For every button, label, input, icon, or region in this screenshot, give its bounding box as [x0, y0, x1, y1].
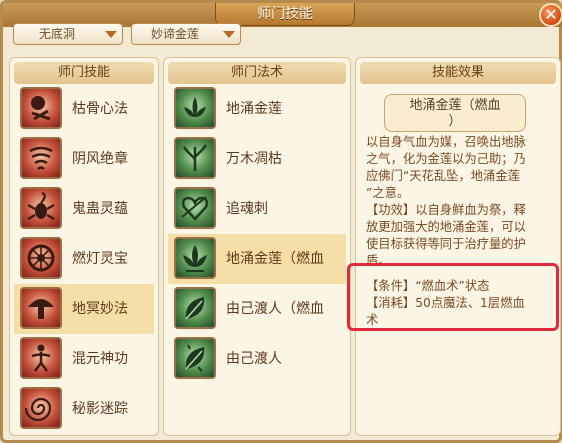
dancer-icon — [20, 337, 62, 379]
effect-spell-title: 地涌金莲（燃血 ） — [384, 94, 526, 132]
skill-label: 鬼蛊灵蕴 — [72, 201, 128, 217]
skill-label: 地冥妙法 — [72, 301, 128, 317]
effect-line: 使目标获得等同于治疗量的护 — [366, 237, 526, 251]
effect-title-line1: 地涌金莲（燃血 — [409, 98, 501, 113]
sect-skills-header: 师门技能 — [14, 62, 154, 84]
skill-item[interactable]: 枯骨心法 — [14, 84, 154, 134]
effect-line: 【功效】以自身鲜血为祭，释 — [366, 203, 526, 217]
skill-label: 枯骨心法 — [72, 101, 128, 117]
skill-item[interactable]: 混元神功 — [14, 334, 154, 384]
skill-label: 阴风绝章 — [72, 151, 128, 167]
spell-item[interactable]: 万木凋枯 — [168, 134, 346, 184]
spell-label: 由己渡人（燃血 — [226, 301, 324, 317]
skill-item-selected[interactable]: 地冥妙法 — [14, 284, 154, 334]
sect-spells-panel: 师门法术 地涌金莲 万木凋枯 追魂刺 地涌金莲（燃血 由己渡人（燃血 由己渡人 — [163, 57, 351, 436]
skill-item[interactable]: 燃灯灵宝 — [14, 234, 154, 284]
effect-panel: 技能效果 地涌金莲（燃血 ） 以自身气血为媒，召唤出地脉 之气，化为金莲以为己助… — [355, 57, 561, 436]
effect-line: 放更加强大的地涌金莲，可以 — [366, 220, 526, 234]
spell-label: 地涌金莲（燃血 — [226, 251, 324, 267]
effect-line: 应佛门“天花乱坠，地涌金莲 — [366, 169, 520, 183]
spell-item[interactable]: 地涌金莲 — [168, 84, 346, 134]
skill-label: 秘影迷踪 — [72, 401, 128, 417]
wheel-icon — [20, 237, 62, 279]
chevron-down-icon — [105, 31, 117, 38]
spell-label: 万木凋枯 — [226, 151, 282, 167]
close-button[interactable]: ✕ — [539, 3, 562, 27]
effect-line: 之气，化为金莲以为己助；乃 — [366, 152, 526, 166]
effect-header: 技能效果 — [360, 62, 556, 84]
spell-item[interactable]: 追魂刺 — [168, 184, 346, 234]
skill-label: 燃灯灵宝 — [72, 251, 128, 267]
spell-label: 地涌金莲 — [226, 101, 282, 117]
sect-skills-panel: 师门技能 枯骨心法 阴风绝章 鬼蛊灵蕴 燃灯灵宝 地冥妙法 混元神功 秘影迷踪 — [9, 57, 159, 436]
skill-dropdown[interactable]: 妙谛金莲 — [131, 23, 241, 45]
effect-line: 以自身气血为媒，召唤出地脉 — [366, 135, 526, 149]
skills-window: 师门技能 ✕ 无底洞 妙谛金莲 师门技能 枯骨心法 阴风绝章 鬼蛊灵蕴 燃灯灵宝… — [0, 0, 562, 443]
close-icon: ✕ — [544, 5, 558, 24]
leaf-icon — [174, 337, 216, 379]
sect-dropdown[interactable]: 无底洞 — [13, 23, 123, 45]
scorpion-icon — [20, 187, 62, 229]
spell-item[interactable]: 由己渡人（燃血 — [168, 284, 346, 334]
effect-line: ”之意。 — [366, 186, 410, 200]
skill-item[interactable]: 鬼蛊灵蕴 — [14, 184, 154, 234]
chevron-down-icon — [223, 31, 235, 38]
skill-item[interactable]: 秘影迷踪 — [14, 384, 154, 434]
skill-label: 混元神功 — [72, 351, 128, 367]
skill-dropdown-value: 妙谛金莲 — [150, 27, 199, 41]
sect-dropdown-value: 无底洞 — [38, 27, 75, 41]
mushroom-icon — [20, 287, 62, 329]
spell-item[interactable]: 由己渡人 — [168, 334, 346, 384]
sect-spells-header: 师门法术 — [168, 62, 346, 84]
withered-tree-icon — [174, 137, 216, 179]
spell-item-selected[interactable]: 地涌金莲（燃血 — [168, 234, 346, 284]
skill-item[interactable]: 阴风绝章 — [14, 134, 154, 184]
highlight-annotation — [347, 263, 559, 331]
spell-label: 追魂刺 — [226, 201, 268, 217]
heart-arrow-icon — [174, 187, 216, 229]
lotus-flame-icon — [174, 237, 216, 279]
lotus-icon — [174, 87, 216, 129]
leaf-flame-icon — [174, 287, 216, 329]
swirl-icon — [20, 387, 62, 429]
whirlwind-icon — [20, 137, 62, 179]
spell-label: 由己渡人 — [226, 351, 282, 367]
bone-skull-icon — [20, 87, 62, 129]
effect-title-line2: ） — [448, 114, 462, 129]
